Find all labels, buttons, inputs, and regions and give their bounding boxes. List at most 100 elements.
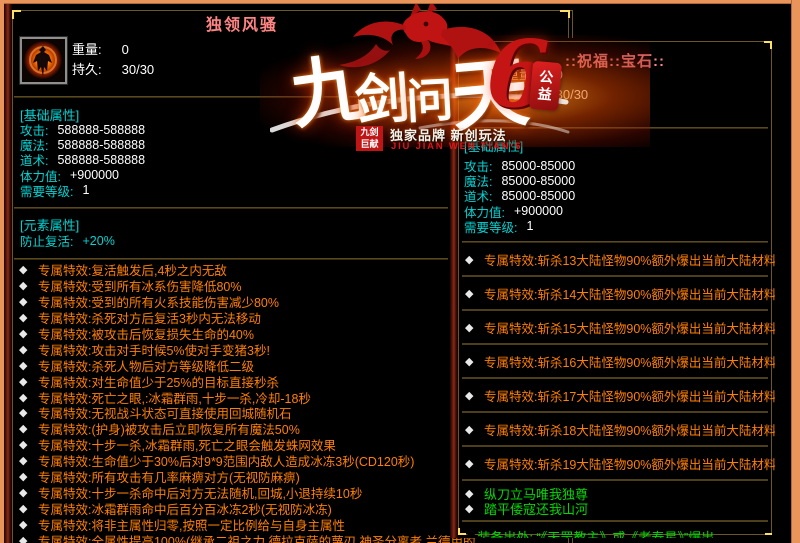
effect-row: ◆专属特效:斩杀15大陆怪物90%额外爆出当前大陆材料. bbox=[462, 311, 768, 345]
corner-accent bbox=[770, 41, 772, 49]
durability-label: 持久: bbox=[72, 59, 118, 78]
corner-accent bbox=[458, 533, 466, 535]
diamond-bullet-icon: ◆ bbox=[19, 486, 38, 499]
panel-border-left bbox=[12, 10, 13, 543]
effect-row: ◆专属特效:斩杀16大陆怪物90%额外爆出当前大陆材料. bbox=[462, 345, 768, 379]
section-divider bbox=[14, 96, 448, 98]
effect-text: 专属特效:斩杀17大陆怪物90%额外爆出当前大陆材料. bbox=[484, 386, 775, 405]
diamond-bullet-icon: ◆ bbox=[19, 502, 38, 515]
diamond-bullet-icon: ◆ bbox=[19, 343, 38, 356]
page-border-left bbox=[0, 0, 4, 543]
diamond-bullet-icon: ◆ bbox=[19, 406, 38, 419]
panel-border-left bbox=[458, 41, 459, 535]
stat-value: +900000 bbox=[70, 168, 119, 182]
diamond-bullet-icon: ◆ bbox=[19, 311, 38, 324]
diamond-bullet-icon: ◆ bbox=[19, 263, 38, 276]
item-icon bbox=[20, 37, 67, 84]
panel-border-top bbox=[458, 41, 772, 42]
effect-text: 专属特效:斩杀13大陆怪物90%额外爆出当前大陆材料. bbox=[484, 250, 775, 269]
diamond-bullet-icon: ◆ bbox=[19, 422, 38, 435]
diamond-bullet-icon: ◆ bbox=[19, 438, 38, 451]
stat-value: 85000-85000 bbox=[501, 174, 575, 188]
page-border-top bbox=[0, 0, 800, 4]
stat-value: 588888-588888 bbox=[57, 123, 145, 137]
diamond-bullet-icon: ◆ bbox=[19, 454, 38, 467]
stat-label: 需要等级: bbox=[464, 217, 517, 236]
weight-row: 重量: 0 bbox=[506, 64, 563, 83]
drop-source-text: 装备出处: “《天罡教主》或《老寿星》”爆出 bbox=[477, 527, 714, 539]
special-effects-list: ◆专属特效:斩杀13大陆怪物90%额外爆出当前大陆材料. ◆专属特效:斩杀14大… bbox=[462, 243, 768, 538]
slogan-lines: ◆纵刀立马唯我独尊 ◆踏平倭寇还我山河 bbox=[462, 481, 768, 522]
item-title: 独领风骚 bbox=[12, 11, 472, 35]
diamond-bullet-icon: ◆ bbox=[465, 355, 484, 368]
panel-wood-border bbox=[4, 3, 12, 543]
weight-label: 重量: bbox=[506, 64, 552, 83]
effect-text: 专属特效:斩杀18大陆怪物90%额外爆出当前大陆材料. bbox=[484, 420, 775, 439]
stat-label: 需要等级: bbox=[20, 181, 73, 200]
base-attr-header: [基础属性] bbox=[464, 136, 523, 155]
diamond-bullet-icon: ◆ bbox=[19, 375, 38, 388]
stat-value: 588888-588888 bbox=[57, 138, 145, 152]
section-divider bbox=[462, 127, 768, 129]
durability-row: 持久: 30/30 bbox=[506, 84, 588, 103]
weight-row: 重量: 0 bbox=[72, 39, 129, 58]
diamond-bullet-icon: ◆ bbox=[19, 518, 38, 531]
effect-text: 专属特效:斩杀19大陆怪物90%额外爆出当前大陆材料. bbox=[484, 454, 775, 473]
stat-value: 85000-85000 bbox=[501, 159, 575, 173]
durability-label: 持久: bbox=[506, 84, 552, 103]
stat-label: 防止复活: bbox=[20, 231, 73, 250]
effect-row: ◆专属特效:斩杀19大陆怪物90%额外爆出当前大陆材料. bbox=[462, 447, 768, 481]
section-divider bbox=[14, 207, 448, 209]
diamond-bullet-icon: ◆ bbox=[465, 487, 484, 500]
stat-value: 1 bbox=[82, 183, 89, 197]
stat-value: 588888-588888 bbox=[57, 153, 145, 167]
corner-accent bbox=[568, 10, 570, 18]
diamond-bullet-icon: ◆ bbox=[19, 295, 38, 308]
stat-value: +20% bbox=[82, 234, 114, 248]
effect-row: ◆专属特效:全属性提高100%(继承二祖之力,德拉克萨的蔑刃,神圣分离者,兰德用… bbox=[19, 532, 464, 543]
base-attr-list: 攻击:588888-588888 魔法:588888-588888 道术:588… bbox=[20, 122, 145, 198]
effect-text: 专属特效:斩杀14大陆怪物90%额外爆出当前大陆材料. bbox=[484, 284, 775, 303]
fire-demon-icon bbox=[22, 39, 65, 82]
diamond-bullet-icon: ◆ bbox=[465, 526, 477, 538]
slogan-row: ◆踏平倭寇还我山河 bbox=[462, 501, 768, 516]
base-attr-list: 攻击:85000-85000 魔法:85000-85000 道术:85000-8… bbox=[464, 158, 575, 234]
page-border-right bbox=[791, 0, 800, 543]
diamond-bullet-icon: ◆ bbox=[465, 457, 484, 470]
stat-value: +900000 bbox=[514, 204, 563, 218]
effect-row: ◆专属特效:斩杀14大陆怪物90%额外爆出当前大陆材料. bbox=[462, 277, 768, 311]
diamond-bullet-icon: ◆ bbox=[19, 391, 38, 404]
diamond-bullet-icon: ◆ bbox=[465, 502, 484, 515]
stat-row: 防止复活: +20% bbox=[20, 233, 115, 248]
diamond-bullet-icon: ◆ bbox=[19, 470, 38, 483]
diamond-bullet-icon: ◆ bbox=[19, 327, 38, 340]
weight-value: 0 bbox=[122, 42, 129, 57]
effect-row: ◆专属特效:斩杀17大陆怪物90%额外爆出当前大陆材料. bbox=[462, 379, 768, 413]
diamond-bullet-icon: ◆ bbox=[465, 253, 484, 266]
durability-value: 30/30 bbox=[122, 62, 155, 77]
durability-value: 30/30 bbox=[556, 87, 589, 102]
slogan-text: 踏平倭寇还我山河 bbox=[484, 499, 588, 518]
corner-accent bbox=[12, 10, 14, 19]
diamond-bullet-icon: ◆ bbox=[19, 279, 38, 292]
element-attr-list: 防止复活: +20% bbox=[20, 233, 115, 248]
stat-value: 85000-85000 bbox=[501, 189, 575, 203]
stat-row: 需要等级: 1 bbox=[464, 219, 575, 234]
drop-source-row: ◆装备出处: “《天罡教主》或《老寿星》”爆出 bbox=[462, 522, 768, 538]
diamond-bullet-icon: ◆ bbox=[465, 423, 484, 436]
panel-wood-border bbox=[450, 38, 458, 538]
stat-value: 1 bbox=[526, 219, 533, 233]
weight-value: 0 bbox=[556, 67, 563, 82]
durability-row: 持久: 30/30 bbox=[72, 59, 154, 78]
effect-text: 专属特效:全属性提高100%(继承二祖之力,德拉克萨的蔑刃,神圣分离者,兰德用的 bbox=[38, 531, 476, 543]
diamond-bullet-icon: ◆ bbox=[19, 534, 38, 543]
diamond-bullet-icon: ◆ bbox=[465, 389, 484, 402]
diamond-bullet-icon: ◆ bbox=[19, 359, 38, 372]
effect-row: ◆专属特效:斩杀13大陆怪物90%额外爆出当前大陆材料. bbox=[462, 243, 768, 277]
corner-accent bbox=[765, 533, 772, 535]
special-effects-list: ◆专属特效:复活触发后,4秒之内无敌 ◆专属特效:受到所有冰系伤害降低80% ◆… bbox=[19, 262, 464, 543]
stat-row: 需要等级: 1 bbox=[20, 183, 145, 198]
diamond-bullet-icon: ◆ bbox=[465, 321, 484, 334]
weight-label: 重量: bbox=[72, 39, 118, 58]
diamond-bullet-icon: ◆ bbox=[465, 287, 484, 300]
